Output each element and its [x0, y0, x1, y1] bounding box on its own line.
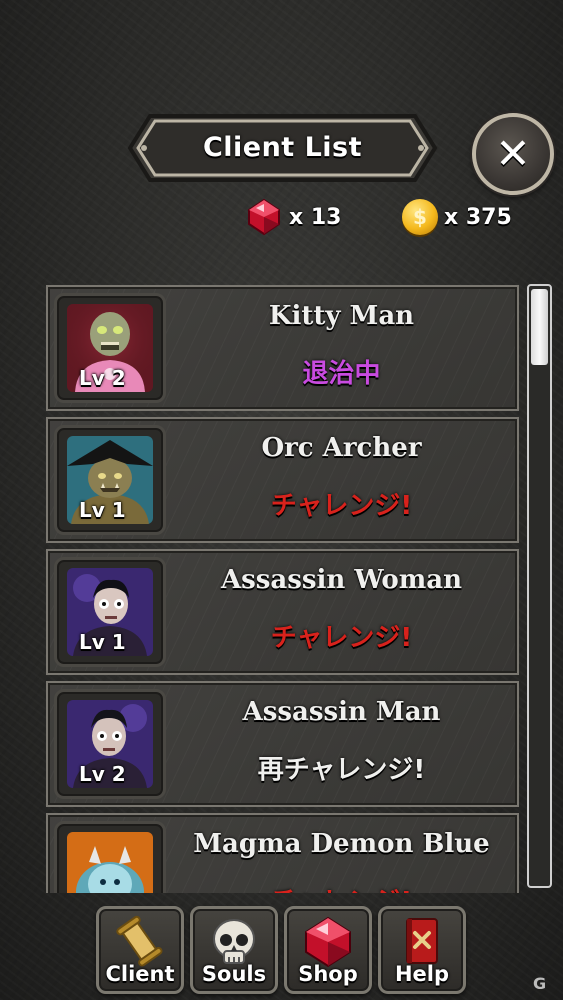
client-name: Assassin Man [242, 697, 441, 727]
title-banner: Client List [120, 108, 445, 188]
nav-client-label: Client [105, 962, 175, 986]
client-status: 再チャレンジ! [257, 755, 426, 785]
portrait-frame: Lv 2 [54, 689, 166, 799]
client-status: 退治中 [302, 359, 381, 389]
gem-icon [305, 916, 351, 968]
coin-icon: $ [402, 199, 438, 235]
portrait-frame: Lv 1 [54, 557, 166, 667]
gem-counter: x 13 [245, 197, 341, 237]
client-list[interactable]: Lv 2 Kitty Man 退治中 Lv 1 Orc Archer チャレンジ… [46, 283, 521, 893]
client-status: チャレンジ! [166, 881, 517, 893]
scroll-icon [116, 915, 163, 967]
nav-souls-label: Souls [201, 962, 267, 986]
level-label: Lv 2 [79, 366, 126, 390]
client-row-magma-demon-blue[interactable]: Magma Demon Blue チャレンジ! [46, 813, 519, 893]
help-book-icon [406, 918, 438, 964]
nav-souls-button[interactable]: Souls [190, 906, 278, 994]
skull-icon [213, 919, 255, 964]
client-row-assassin-woman[interactable]: Lv 1 Assassin Woman チャレンジ! [46, 549, 519, 675]
ruby-gem-icon [248, 198, 280, 236]
scrollbar-thumb[interactable] [531, 289, 548, 365]
client-name: Magma Demon Blue [193, 829, 490, 859]
portrait-frame: Lv 2 [54, 293, 166, 403]
gem-count: x 13 [289, 204, 342, 230]
portrait-frame: Lv 1 [54, 425, 166, 535]
level-label: Lv 1 [79, 630, 126, 654]
coin-counter: $ x 375 [402, 197, 512, 237]
list-scrollbar[interactable] [527, 284, 552, 888]
nav-client-button[interactable]: Client [96, 906, 184, 994]
nav-help-button[interactable]: Help [378, 906, 466, 994]
level-label: Lv 2 [79, 762, 126, 786]
watermark-logo: G [533, 974, 547, 993]
client-status: チャレンジ! [270, 623, 413, 653]
level-label: Lv 1 [79, 498, 126, 522]
nav-shop-button[interactable]: Shop [284, 906, 372, 994]
magma-demon-portrait-icon [67, 832, 153, 893]
client-row-kitty-man[interactable]: Lv 2 Kitty Man 退治中 [46, 285, 519, 411]
close-button[interactable]: ✕ [472, 113, 554, 195]
client-name: Orc Archer [261, 433, 422, 463]
close-icon: ✕ [495, 129, 531, 178]
client-status: チャレンジ! [270, 491, 413, 521]
nav-shop-label: Shop [298, 962, 358, 986]
client-name: Assassin Woman [220, 565, 463, 595]
client-row-orc-archer[interactable]: Lv 1 Orc Archer チャレンジ! [46, 417, 519, 543]
nav-help-label: Help [394, 962, 450, 986]
coin-count: x 375 [444, 204, 512, 230]
portrait-frame [54, 821, 166, 893]
client-name: Kitty Man [268, 301, 415, 331]
page-title: Client List [202, 132, 363, 163]
client-row-assassin-man[interactable]: Lv 2 Assassin Man 再チャレンジ! [46, 681, 519, 807]
